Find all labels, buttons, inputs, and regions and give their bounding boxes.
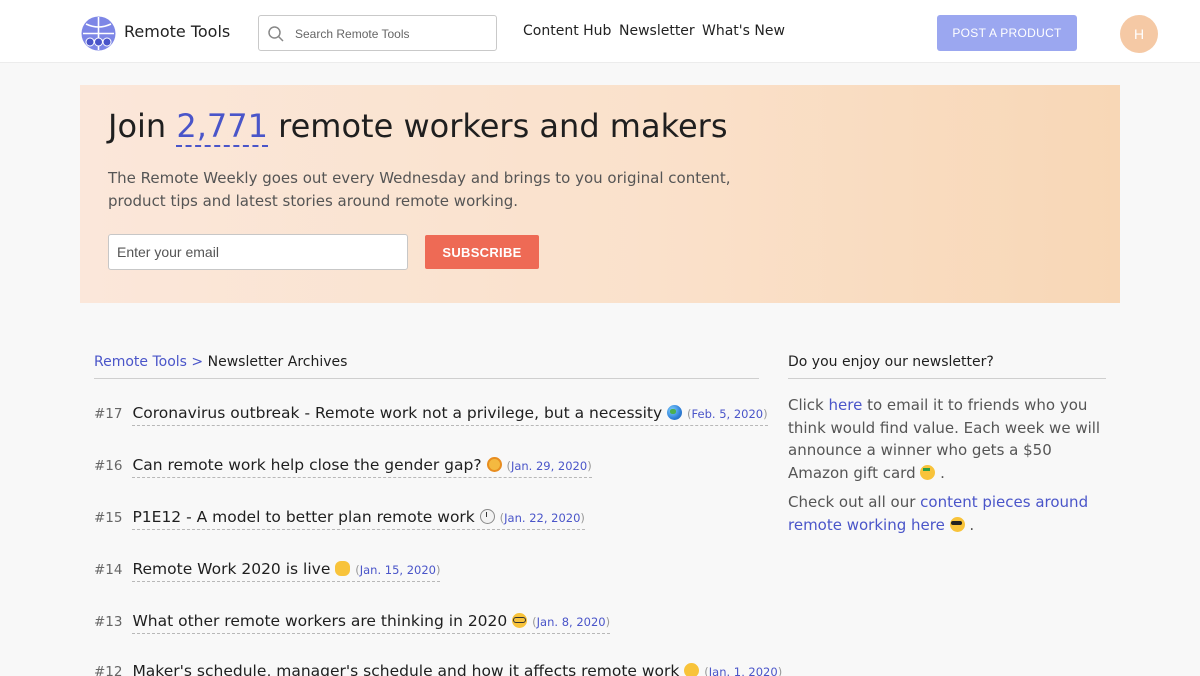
nav-content-hub[interactable]: Content Hub — [523, 23, 611, 39]
nerd-face-icon — [512, 613, 528, 628]
issue-title[interactable]: Can remote work help close the gender ga… — [132, 456, 481, 474]
issue-date: (Jan. 29, 2020) — [506, 459, 592, 473]
brand-name[interactable]: Remote Tools — [124, 22, 230, 41]
issue-title[interactable]: What other remote workers are thinking i… — [132, 612, 507, 630]
content-hub-text-start: Check out all our — [788, 493, 921, 511]
hero-title: Join 2,771 remote workers and makers — [108, 107, 728, 147]
issue-link[interactable]: Remote Work 2020 is live (Jan. 15, 2020) — [132, 560, 441, 582]
issue-link[interactable]: Maker's schedule, manager's schedule and… — [132, 662, 782, 676]
hero-description: The Remote Weekly goes out every Wednesd… — [108, 169, 731, 210]
issue-title[interactable]: Maker's schedule, manager's schedule and… — [132, 662, 679, 676]
issue-title[interactable]: P1E12 - A model to better plan remote wo… — [132, 508, 474, 526]
sidebar-title: Do you enjoy our newsletter? — [788, 354, 1106, 379]
content-hub-text-end: . — [964, 515, 975, 534]
issue-number: #17 — [94, 406, 123, 422]
subscriber-count: 2,771 — [176, 107, 268, 147]
issue-item: #14 Remote Work 2020 is live (Jan. 15, 2… — [94, 560, 441, 586]
breadcrumb: Remote Tools > Newsletter Archives — [94, 354, 759, 379]
issue-item: #16 Can remote work help close the gende… — [94, 456, 592, 482]
issue-date-text: Jan. 22, 2020 — [504, 511, 581, 525]
email-field[interactable] — [108, 234, 408, 270]
woman-gesturing-icon — [486, 457, 502, 472]
issue-item: #17 Coronavirus outbreak - Remote work n… — [94, 404, 768, 430]
issue-title[interactable]: Coronavirus outbreak - Remote work not a… — [132, 404, 662, 422]
breadcrumb-current: Newsletter Archives — [207, 354, 348, 370]
search-box[interactable] — [258, 15, 497, 51]
issue-item: #13 What other remote workers are thinki… — [94, 612, 611, 638]
issue-number: #12 — [94, 664, 123, 676]
search-input[interactable] — [295, 24, 491, 44]
clock-icon — [479, 509, 495, 524]
content-hub-paragraph: Check out all our content pieces around … — [788, 491, 1106, 536]
issue-item: #15 P1E12 - A model to better plan remot… — [94, 508, 585, 534]
hero-title-suffix: remote workers and makers — [267, 107, 728, 145]
issue-number: #13 — [94, 614, 123, 630]
search-icon — [268, 26, 284, 42]
raised-hands-icon — [335, 561, 351, 576]
nav-newsletter[interactable]: Newsletter — [619, 23, 695, 39]
referral-text-start: Click — [788, 396, 829, 414]
remote-tools-logo-icon[interactable] — [80, 15, 117, 52]
issue-date: (Jan. 22, 2020) — [499, 511, 585, 525]
issue-date-text: Jan. 29, 2020 — [510, 459, 588, 473]
thinking-face-icon — [684, 663, 700, 676]
post-product-button[interactable]: POST A PRODUCT — [937, 15, 1077, 51]
issue-date-text: Jan. 8, 2020 — [536, 615, 606, 629]
issue-date: (Jan. 15, 2020) — [355, 563, 441, 577]
referral-email-link[interactable]: here — [829, 396, 863, 414]
globe-icon — [667, 405, 683, 420]
issue-date-text: Jan. 1, 2020 — [708, 665, 778, 676]
issue-date-text: Jan. 15, 2020 — [359, 563, 436, 577]
issue-item: #12 Maker's schedule, manager's schedule… — [94, 662, 782, 676]
issue-link[interactable]: Can remote work help close the gender ga… — [132, 456, 592, 478]
user-avatar[interactable]: H — [1120, 15, 1158, 53]
issue-number: #16 — [94, 458, 123, 474]
issue-link[interactable]: What other remote workers are thinking i… — [132, 612, 611, 634]
referral-paragraph: Click here to email it to friends who yo… — [788, 394, 1106, 484]
top-header: Remote Tools Content Hub Newsletter What… — [0, 0, 1200, 63]
issue-link[interactable]: Coronavirus outbreak - Remote work not a… — [132, 404, 768, 426]
referral-text-end: . — [935, 463, 945, 482]
nav-whats-new[interactable]: What's New — [702, 23, 785, 39]
money-mouth-face-icon — [920, 464, 936, 480]
subscribe-button[interactable]: SUBSCRIBE — [425, 235, 539, 269]
issue-date: (Feb. 5, 2020) — [687, 407, 768, 421]
sunglasses-face-icon — [949, 516, 965, 532]
issue-date-text: Feb. 5, 2020 — [691, 407, 764, 421]
breadcrumb-root-link[interactable]: Remote Tools — [94, 354, 187, 370]
issue-number: #15 — [94, 510, 123, 526]
issue-title[interactable]: Remote Work 2020 is live — [132, 560, 330, 578]
issue-date: (Jan. 1, 2020) — [704, 665, 782, 676]
hero-title-prefix: Join — [108, 107, 177, 145]
issue-number: #14 — [94, 562, 123, 578]
issue-date: (Jan. 8, 2020) — [532, 615, 611, 629]
issue-link[interactable]: P1E12 - A model to better plan remote wo… — [132, 508, 585, 530]
breadcrumb-separator: > — [191, 354, 204, 370]
newsletter-signup-banner: Join 2,771 remote workers and makers The… — [80, 85, 1120, 303]
